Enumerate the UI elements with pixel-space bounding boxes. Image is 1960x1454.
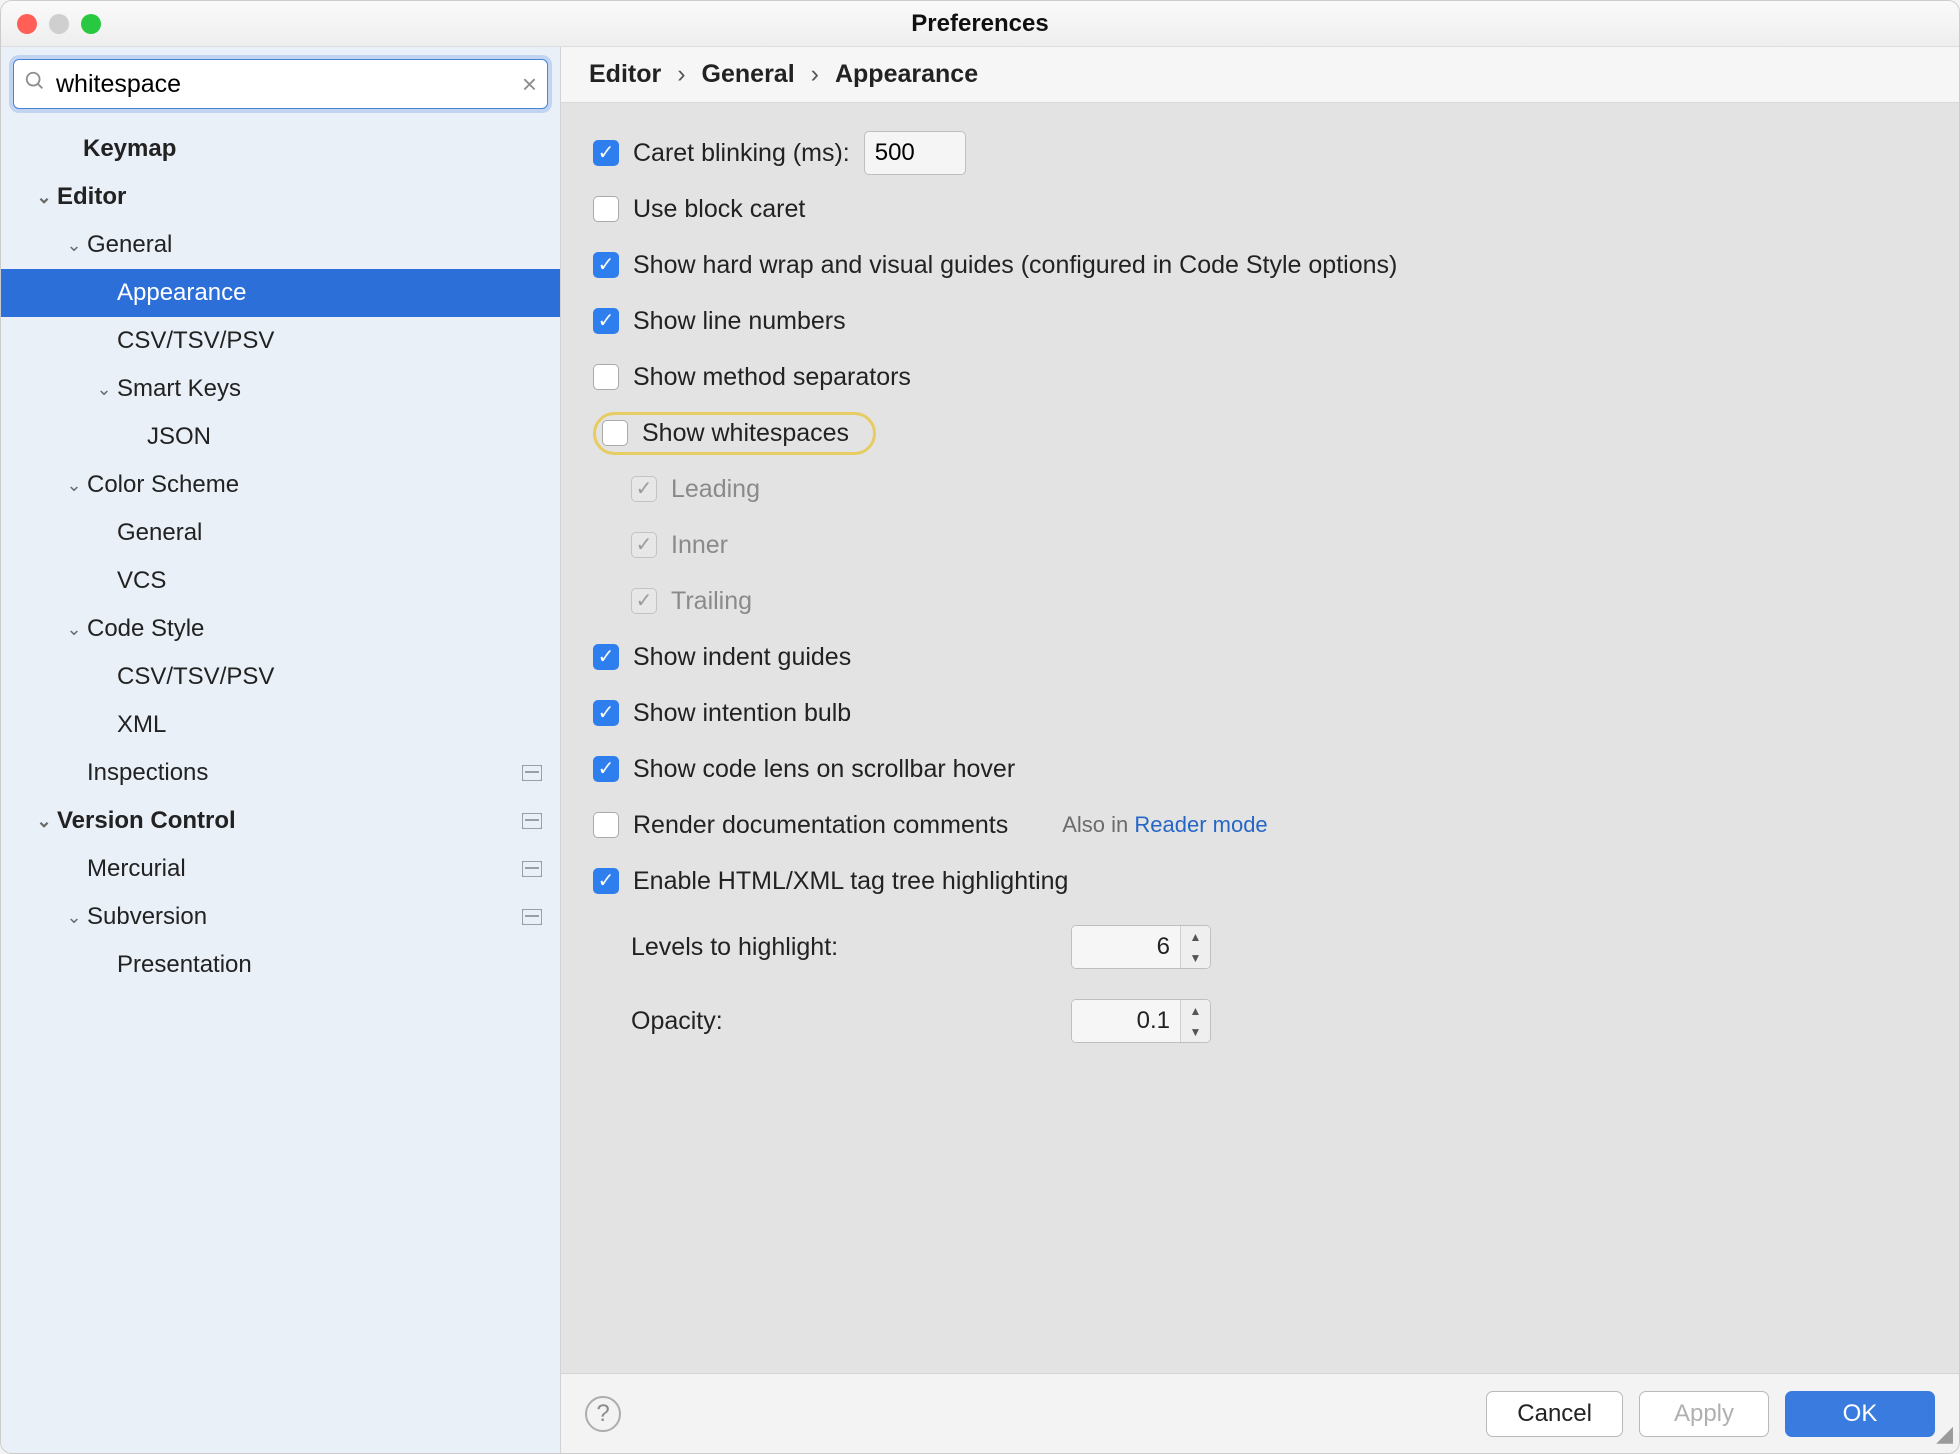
hard-wrap-guides-label: Show hard wrap and visual guides (config… xyxy=(633,251,1397,280)
show-line-numbers-checkbox[interactable] xyxy=(593,308,619,334)
search-highlight: Show whitespaces xyxy=(593,412,876,455)
leading-whitespace-label: Leading xyxy=(671,475,760,504)
chevron-down-icon[interactable]: ⌄ xyxy=(61,475,87,496)
show-code-lens-label: Show code lens on scrollbar hover xyxy=(633,755,1015,784)
opacity-label: Opacity: xyxy=(631,1007,1071,1036)
show-code-lens-checkbox[interactable] xyxy=(593,756,619,782)
tree-cs-csvtsvpsv[interactable]: CSV/TSV/PSV xyxy=(1,653,560,701)
tree-json[interactable]: JSON xyxy=(1,413,560,461)
show-intention-bulb-checkbox[interactable] xyxy=(593,700,619,726)
reader-mode-link[interactable]: Reader mode xyxy=(1134,812,1267,837)
trailing-whitespace-label: Trailing xyxy=(671,587,752,616)
settings-tree: Keymap ⌄Editor ⌄General Appearance CSV/T… xyxy=(1,115,560,1453)
project-scope-icon xyxy=(522,909,542,925)
hard-wrap-guides-checkbox[interactable] xyxy=(593,252,619,278)
ok-button[interactable]: OK xyxy=(1785,1391,1935,1437)
enable-html-tag-tree-label: Enable HTML/XML tag tree highlighting xyxy=(633,867,1068,896)
tree-mercurial[interactable]: Mercurial xyxy=(1,845,560,893)
tree-appearance[interactable]: Appearance xyxy=(1,269,560,317)
render-doc-comments-label: Render documentation comments xyxy=(633,811,1008,840)
caret-blinking-ms-input[interactable] xyxy=(864,131,966,175)
breadcrumb-appearance: Appearance xyxy=(835,60,978,89)
chevron-down-icon[interactable]: ⌄ xyxy=(31,187,57,208)
tree-cs-vcs[interactable]: VCS xyxy=(1,557,560,605)
spinner-up-icon[interactable]: ▲ xyxy=(1181,1000,1210,1021)
search-input[interactable] xyxy=(56,70,512,99)
help-button[interactable]: ? xyxy=(585,1396,621,1432)
window-title: Preferences xyxy=(1,10,1959,38)
show-whitespaces-checkbox[interactable] xyxy=(602,420,628,446)
tree-codestyle[interactable]: ⌄Code Style xyxy=(1,605,560,653)
tree-colorscheme[interactable]: ⌄Color Scheme xyxy=(1,461,560,509)
tree-smartkeys[interactable]: ⌄Smart Keys xyxy=(1,365,560,413)
opacity-spinner[interactable]: 0.1 ▲▼ xyxy=(1071,999,1211,1043)
leading-whitespace-checkbox xyxy=(631,476,657,502)
tree-subversion[interactable]: ⌄Subversion xyxy=(1,893,560,941)
show-intention-bulb-label: Show intention bulb xyxy=(633,699,851,728)
use-block-caret-label: Use block caret xyxy=(633,195,805,224)
tree-presentation[interactable]: Presentation xyxy=(1,941,560,989)
project-scope-icon xyxy=(522,813,542,829)
settings-content: Caret blinking (ms): Use block caret Sho… xyxy=(561,103,1959,1373)
apply-button[interactable]: Apply xyxy=(1639,1391,1769,1437)
trailing-whitespace-checkbox xyxy=(631,588,657,614)
show-indent-guides-label: Show indent guides xyxy=(633,643,851,672)
enable-html-tag-tree-checkbox[interactable] xyxy=(593,868,619,894)
inner-whitespace-checkbox xyxy=(631,532,657,558)
breadcrumb: Editor › General › Appearance xyxy=(561,47,1959,103)
show-indent-guides-checkbox[interactable] xyxy=(593,644,619,670)
dialog-footer: ? Cancel Apply OK xyxy=(561,1373,1959,1453)
breadcrumb-sep-icon: › xyxy=(811,60,819,89)
search-box[interactable]: × xyxy=(13,59,548,109)
render-doc-comments-checkbox[interactable] xyxy=(593,812,619,838)
tree-general[interactable]: ⌄General xyxy=(1,221,560,269)
chevron-down-icon[interactable]: ⌄ xyxy=(31,811,57,832)
chevron-down-icon[interactable]: ⌄ xyxy=(61,619,87,640)
clear-search-icon[interactable]: × xyxy=(522,71,537,97)
search-icon xyxy=(24,70,46,99)
project-scope-icon xyxy=(522,861,542,877)
levels-value[interactable]: 6 xyxy=(1072,926,1180,968)
cancel-button[interactable]: Cancel xyxy=(1486,1391,1623,1437)
project-scope-icon xyxy=(522,765,542,781)
tree-cs-general[interactable]: General xyxy=(1,509,560,557)
sidebar: × Keymap ⌄Editor ⌄General Appearance CSV… xyxy=(1,47,561,1453)
spinner-down-icon[interactable]: ▼ xyxy=(1181,947,1210,968)
show-whitespaces-label: Show whitespaces xyxy=(642,419,849,448)
levels-to-highlight-label: Levels to highlight: xyxy=(631,933,1071,962)
show-method-separators-label: Show method separators xyxy=(633,363,911,392)
breadcrumb-editor[interactable]: Editor xyxy=(589,60,661,89)
tree-xml[interactable]: XML xyxy=(1,701,560,749)
chevron-down-icon[interactable]: ⌄ xyxy=(61,907,87,928)
levels-to-highlight-spinner[interactable]: 6 ▲▼ xyxy=(1071,925,1211,969)
caret-blinking-label: Caret blinking (ms): xyxy=(633,139,850,168)
inner-whitespace-label: Inner xyxy=(671,531,728,560)
tree-version-control[interactable]: ⌄Version Control xyxy=(1,797,560,845)
breadcrumb-sep-icon: › xyxy=(677,60,685,89)
tree-csvtsvpsv[interactable]: CSV/TSV/PSV xyxy=(1,317,560,365)
also-in-hint: Also in Reader mode xyxy=(1062,812,1267,838)
tree-inspections[interactable]: Inspections xyxy=(1,749,560,797)
tree-editor[interactable]: ⌄Editor xyxy=(1,173,560,221)
opacity-value[interactable]: 0.1 xyxy=(1072,1000,1180,1042)
chevron-down-icon[interactable]: ⌄ xyxy=(91,379,117,400)
chevron-down-icon[interactable]: ⌄ xyxy=(61,235,87,256)
show-line-numbers-label: Show line numbers xyxy=(633,307,846,336)
breadcrumb-general[interactable]: General xyxy=(702,60,795,89)
caret-blinking-checkbox[interactable] xyxy=(593,140,619,166)
spinner-down-icon[interactable]: ▼ xyxy=(1181,1021,1210,1042)
resize-grip-icon[interactable]: ◢ xyxy=(1936,1421,1953,1447)
titlebar: Preferences xyxy=(1,1,1959,47)
use-block-caret-checkbox[interactable] xyxy=(593,196,619,222)
spinner-up-icon[interactable]: ▲ xyxy=(1181,926,1210,947)
show-method-separators-checkbox[interactable] xyxy=(593,364,619,390)
tree-keymap[interactable]: Keymap xyxy=(1,125,560,173)
